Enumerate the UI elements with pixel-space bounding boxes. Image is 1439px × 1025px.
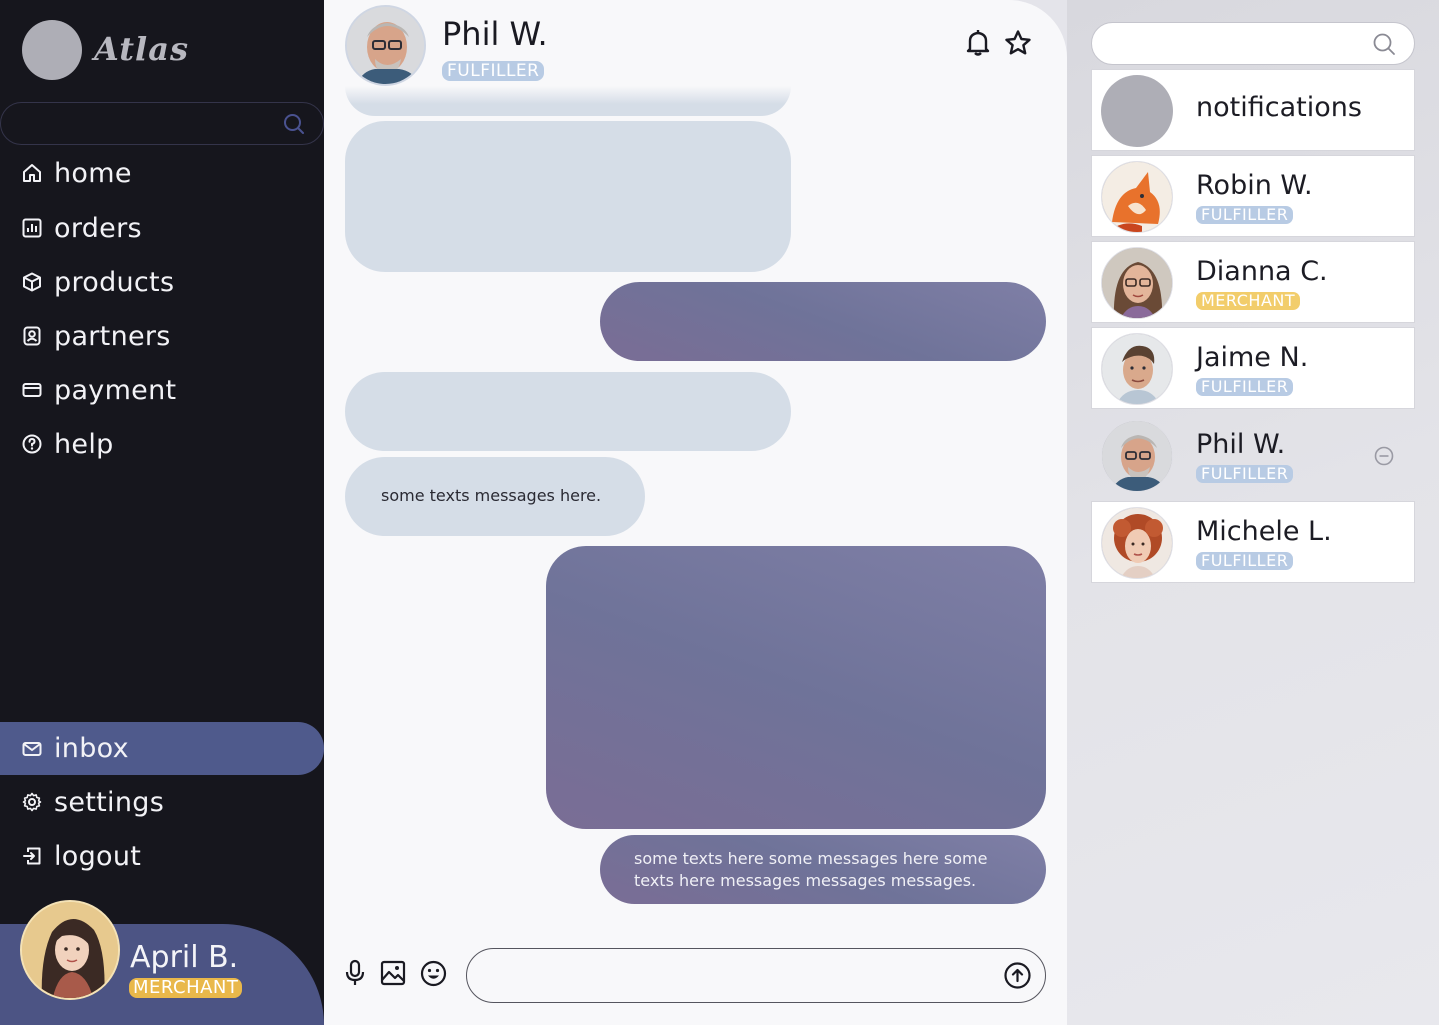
contact-avatar [1101, 507, 1173, 579]
contact-avatar [1101, 161, 1173, 233]
contact-item-notifications[interactable]: notifications [1091, 69, 1415, 151]
notifications-button[interactable] [963, 30, 993, 60]
nav-label: help [54, 428, 114, 460]
nav-item-home[interactable]: home [0, 148, 324, 198]
nav-item-products[interactable]: products [0, 257, 324, 307]
chat-contact-role-badge: FULFILLER [442, 61, 545, 81]
nav-label: products [54, 266, 175, 298]
contact-name: notifications [1196, 92, 1362, 123]
microphone-icon [344, 959, 366, 991]
logout-icon [21, 845, 43, 867]
chart-icon [21, 217, 43, 239]
home-icon [21, 162, 43, 184]
contact-name: Dianna C. [1196, 256, 1328, 287]
contact-item[interactable]: Dianna C. MERCHANT [1091, 241, 1415, 323]
nav-item-partners[interactable]: partners [0, 311, 324, 361]
user-name: April B. [130, 940, 239, 975]
contact-name: Michele L. [1196, 516, 1332, 547]
image-icon [380, 960, 406, 990]
contact-item-selected[interactable]: Phil W. FULFILLER [1091, 414, 1415, 496]
favorite-button[interactable] [1003, 30, 1033, 60]
contact-name: Robin W. [1196, 170, 1313, 201]
message-text: some texts messages here. [381, 486, 602, 505]
attach-image-button[interactable] [379, 960, 407, 990]
voice-message-button[interactable] [341, 959, 369, 991]
nav-label: payment [54, 374, 177, 406]
send-button[interactable] [1004, 962, 1031, 989]
message-input[interactable] [487, 961, 987, 991]
nav-label: settings [54, 786, 165, 818]
nav-label: inbox [54, 733, 129, 764]
remove-contact-button[interactable] [1374, 446, 1394, 466]
message-composer[interactable] [466, 948, 1046, 1003]
message-bubble-incoming [345, 121, 791, 272]
bell-icon [965, 29, 991, 61]
search-icon [1372, 32, 1396, 60]
nav-item-orders[interactable]: orders [0, 203, 324, 253]
app-logo-text: Atlas [94, 30, 189, 68]
chat-contact-name: Phil W. [442, 15, 548, 53]
message-bubble-outgoing [600, 282, 1046, 361]
emoji-button[interactable] [419, 960, 447, 990]
nav-item-logout[interactable]: logout [0, 831, 324, 881]
help-icon [21, 433, 43, 455]
smiley-icon [420, 960, 447, 991]
minus-circle-icon [1374, 446, 1394, 470]
sidebar-search-input[interactable] [0, 102, 324, 145]
notifications-avatar [1101, 75, 1173, 147]
contact-avatar [1101, 333, 1173, 405]
contact-role-badge: MERCHANT [1196, 292, 1301, 310]
user-role-badge: MERCHANT [129, 978, 243, 998]
contact-avatar [1101, 247, 1173, 319]
nav-label: partners [54, 320, 171, 352]
nav-item-settings[interactable]: settings [0, 777, 324, 827]
contact-icon [21, 325, 43, 347]
mail-icon [21, 738, 43, 760]
contact-item[interactable]: Michele L. FULFILLER [1091, 501, 1415, 583]
star-icon [1004, 29, 1032, 61]
message-text: some texts here some messages here some … [634, 849, 988, 890]
nav-item-payment[interactable]: payment [0, 365, 324, 415]
sidebar: Atlas home orders products partners paym… [0, 0, 324, 1025]
message-bubble-incoming: some texts messages here. [345, 457, 645, 536]
message-bubble-outgoing: some texts here some messages here some … [600, 835, 1046, 904]
search-icon [283, 113, 305, 139]
message-bubble-incoming [345, 372, 791, 451]
message-bubble-partial [345, 86, 791, 116]
send-arrow-icon [1004, 962, 1031, 993]
chat-contact-avatar[interactable] [345, 5, 426, 86]
card-icon [21, 379, 43, 401]
contact-item[interactable]: Jaime N. FULFILLER [1091, 327, 1415, 409]
gear-icon [21, 791, 43, 813]
logo-mark [22, 20, 82, 80]
contact-search[interactable] [1091, 22, 1415, 65]
box-icon [21, 271, 43, 293]
nav-label: orders [54, 212, 142, 244]
contact-name: Jaime N. [1196, 342, 1309, 373]
contact-role-badge: FULFILLER [1196, 378, 1294, 396]
nav-item-help[interactable]: help [0, 419, 324, 469]
contact-item[interactable]: Robin W. FULFILLER [1091, 155, 1415, 237]
contact-avatar [1101, 420, 1173, 492]
message-bubble-outgoing [546, 546, 1046, 829]
nav-item-inbox[interactable]: inbox [0, 722, 324, 775]
user-avatar[interactable] [20, 900, 120, 1000]
nav-label: home [54, 157, 132, 189]
contact-name: Phil W. [1196, 429, 1286, 460]
nav-label: logout [54, 840, 142, 872]
contact-role-badge: FULFILLER [1196, 552, 1294, 570]
contact-role-badge: FULFILLER [1196, 465, 1294, 483]
contact-role-badge: FULFILLER [1196, 206, 1294, 224]
contact-search-input[interactable] [1110, 31, 1360, 57]
